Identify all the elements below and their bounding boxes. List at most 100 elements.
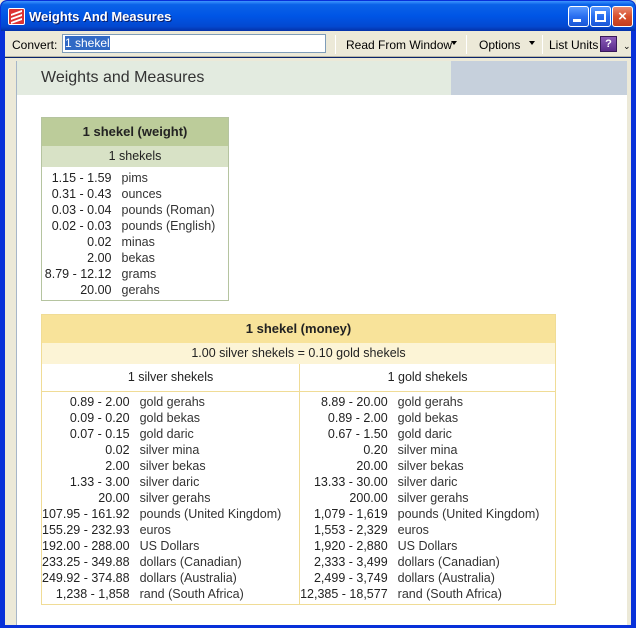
money-column-headers: 1 silver shekels 1 gold shekels bbox=[41, 363, 556, 392]
money-table-heading: 1 shekel (money) bbox=[41, 314, 556, 343]
list-units-button[interactable]: List Units bbox=[549, 38, 598, 52]
gold-unit: euros bbox=[397, 523, 429, 537]
silver-unit: rand (South Africa) bbox=[139, 586, 301, 605]
weight-value: 8.79 - 12.12 bbox=[44, 266, 112, 281]
weight-unit: ounces bbox=[121, 186, 162, 201]
minimize-button[interactable] bbox=[568, 6, 589, 27]
toolbar-overflow-chevron-icon[interactable]: ⌄ bbox=[623, 41, 631, 52]
convert-label: Convert: bbox=[12, 38, 58, 52]
gold-value: 12,385 - 18,577 bbox=[300, 587, 388, 601]
app-logo-icon[interactable] bbox=[8, 8, 25, 25]
gold-unit: gold bekas bbox=[397, 411, 459, 425]
options-button[interactable]: Options bbox=[479, 38, 520, 52]
gold-unit: dollars (Australia) bbox=[397, 571, 495, 585]
title-bar[interactable]: Weights And Measures × bbox=[1, 1, 635, 31]
gold-unit: rand (South Africa) bbox=[397, 587, 502, 601]
toolbar-separator bbox=[335, 35, 336, 54]
silver-value: 0.02 bbox=[105, 443, 130, 457]
close-icon: × bbox=[618, 8, 627, 25]
silver-unit: silver daric bbox=[139, 474, 301, 490]
table-row: 0.07 - 0.15 gold daric 0.67 - 1.50 gold dar… bbox=[42, 426, 556, 442]
table-row: 1,238 - 1,858 rand (South Africa) 12,385 -… bbox=[42, 586, 556, 605]
silver-unit: silver mina bbox=[139, 442, 301, 458]
gold-value: 0.67 - 1.50 bbox=[327, 427, 388, 441]
table-row: 8.79 - 12.12 grams bbox=[42, 266, 229, 282]
gold-unit: silver gerahs bbox=[397, 491, 469, 505]
silver-value: 0.09 - 0.20 bbox=[69, 411, 130, 425]
weight-unit: bekas bbox=[121, 250, 155, 265]
gold-unit: gold gerahs bbox=[397, 395, 463, 409]
help-icon[interactable]: ? bbox=[600, 36, 617, 52]
silver-value: 20.00 bbox=[98, 491, 130, 505]
gold-value: 13.33 - 30.00 bbox=[313, 475, 388, 489]
gold-value: 20.00 bbox=[356, 459, 388, 473]
table-row: 0.02 minas bbox=[42, 234, 229, 250]
weight-table-subheading: 1 shekels bbox=[41, 145, 229, 167]
table-row: 107.95 - 161.92 pounds (United Kingdom) 1,… bbox=[42, 506, 556, 522]
convert-input[interactable]: 1 shekel bbox=[62, 34, 326, 53]
page-title: Weights and Measures bbox=[41, 69, 205, 86]
gold-unit: gold daric bbox=[397, 427, 452, 441]
silver-unit: gold daric bbox=[139, 426, 301, 442]
table-row: 0.31 - 0.43 ounces bbox=[42, 186, 229, 202]
content-frame: Weights and Measures 1 shekel (weight) 1… bbox=[5, 58, 631, 625]
gold-value: 1,553 - 2,329 bbox=[313, 523, 388, 537]
gold-column-header: 1 gold shekels bbox=[299, 363, 556, 392]
maximize-button[interactable] bbox=[590, 6, 611, 27]
window-border-right bbox=[631, 31, 635, 627]
table-row: 1.15 - 1.59 pims bbox=[42, 167, 229, 186]
silver-value: 1,238 - 1,858 bbox=[55, 587, 130, 601]
money-table-subheading: 1.00 silver shekels = 0.10 gold shekels bbox=[41, 342, 556, 364]
gold-value: 8.89 - 20.00 bbox=[320, 395, 388, 409]
silver-unit: euros bbox=[139, 522, 301, 538]
minimize-icon bbox=[573, 19, 581, 22]
silver-unit: gold bekas bbox=[139, 410, 301, 426]
silver-unit: silver bekas bbox=[139, 458, 301, 474]
window-title: Weights And Measures bbox=[29, 9, 172, 24]
table-row: 192.00 - 288.00 US Dollars 1,920 - 2,880 US… bbox=[42, 538, 556, 554]
silver-value: 249.92 - 374.88 bbox=[42, 571, 130, 585]
table-row: 233.25 - 349.88 dollars (Canadian) 2,333 -… bbox=[42, 554, 556, 570]
gold-unit: silver daric bbox=[397, 475, 458, 489]
table-row: 1.33 - 3.00 silver daric 13.33 - 30.00 silv… bbox=[42, 474, 556, 490]
table-row: 249.92 - 374.88 dollars (Australia) 2,499 … bbox=[42, 570, 556, 586]
silver-value: 192.00 - 288.00 bbox=[42, 539, 130, 553]
options-dropdown-icon[interactable] bbox=[529, 41, 535, 45]
table-row: 20.00 silver gerahs 200.00 silver gerahs bbox=[42, 490, 556, 506]
weight-unit: gerahs bbox=[121, 282, 160, 297]
table-row: 2.00 silver bekas 20.00 silver bekas bbox=[42, 458, 556, 474]
silver-unit: silver gerahs bbox=[139, 490, 301, 506]
silver-value: 155.29 - 232.93 bbox=[42, 523, 130, 537]
toolbar-separator bbox=[542, 35, 543, 54]
weight-unit: minas bbox=[121, 234, 155, 249]
silver-column-header: 1 silver shekels bbox=[41, 363, 301, 392]
silver-unit: US Dollars bbox=[139, 538, 301, 554]
table-row: 20.00 gerahs bbox=[42, 282, 229, 301]
table-row: 0.89 - 2.00 gold gerahs 8.89 - 20.00 gold g… bbox=[42, 391, 556, 410]
silver-value: 233.25 - 349.88 bbox=[42, 555, 130, 569]
silver-unit: pounds (United Kingdom) bbox=[139, 506, 301, 522]
weight-value: 1.15 - 1.59 bbox=[51, 170, 112, 185]
silver-value: 107.95 - 161.92 bbox=[42, 507, 130, 521]
convert-input-value: 1 shekel bbox=[65, 36, 110, 50]
weight-unit: grams bbox=[121, 266, 157, 281]
close-button[interactable]: × bbox=[612, 6, 633, 27]
table-row: 155.29 - 232.93 euros 1,553 - 2,329 euros bbox=[42, 522, 556, 538]
gold-unit: pounds (United Kingdom) bbox=[397, 507, 540, 521]
silver-unit: gold gerahs bbox=[139, 391, 301, 410]
weight-value: 0.31 - 0.43 bbox=[51, 186, 112, 201]
weight-unit: pims bbox=[121, 170, 148, 185]
silver-value: 2.00 bbox=[105, 459, 130, 473]
gold-value: 0.20 bbox=[363, 443, 388, 457]
weight-value: 0.02 - 0.03 bbox=[51, 218, 112, 233]
gold-value: 2,499 - 3,749 bbox=[313, 571, 388, 585]
table-row: 0.03 - 0.04 pounds (Roman) bbox=[42, 202, 229, 218]
read-from-window-button[interactable]: Read From Window bbox=[346, 38, 452, 52]
read-from-window-dropdown-icon[interactable] bbox=[451, 41, 457, 45]
results-page[interactable]: Weights and Measures 1 shekel (weight) 1… bbox=[16, 61, 627, 625]
page-header-accent bbox=[451, 61, 627, 95]
silver-unit: dollars (Australia) bbox=[139, 570, 301, 586]
toolbar-separator bbox=[466, 35, 467, 54]
money-table: 1 shekel (money) 1.00 silver shekels = 0… bbox=[41, 314, 556, 605]
silver-unit: dollars (Canadian) bbox=[139, 554, 301, 570]
